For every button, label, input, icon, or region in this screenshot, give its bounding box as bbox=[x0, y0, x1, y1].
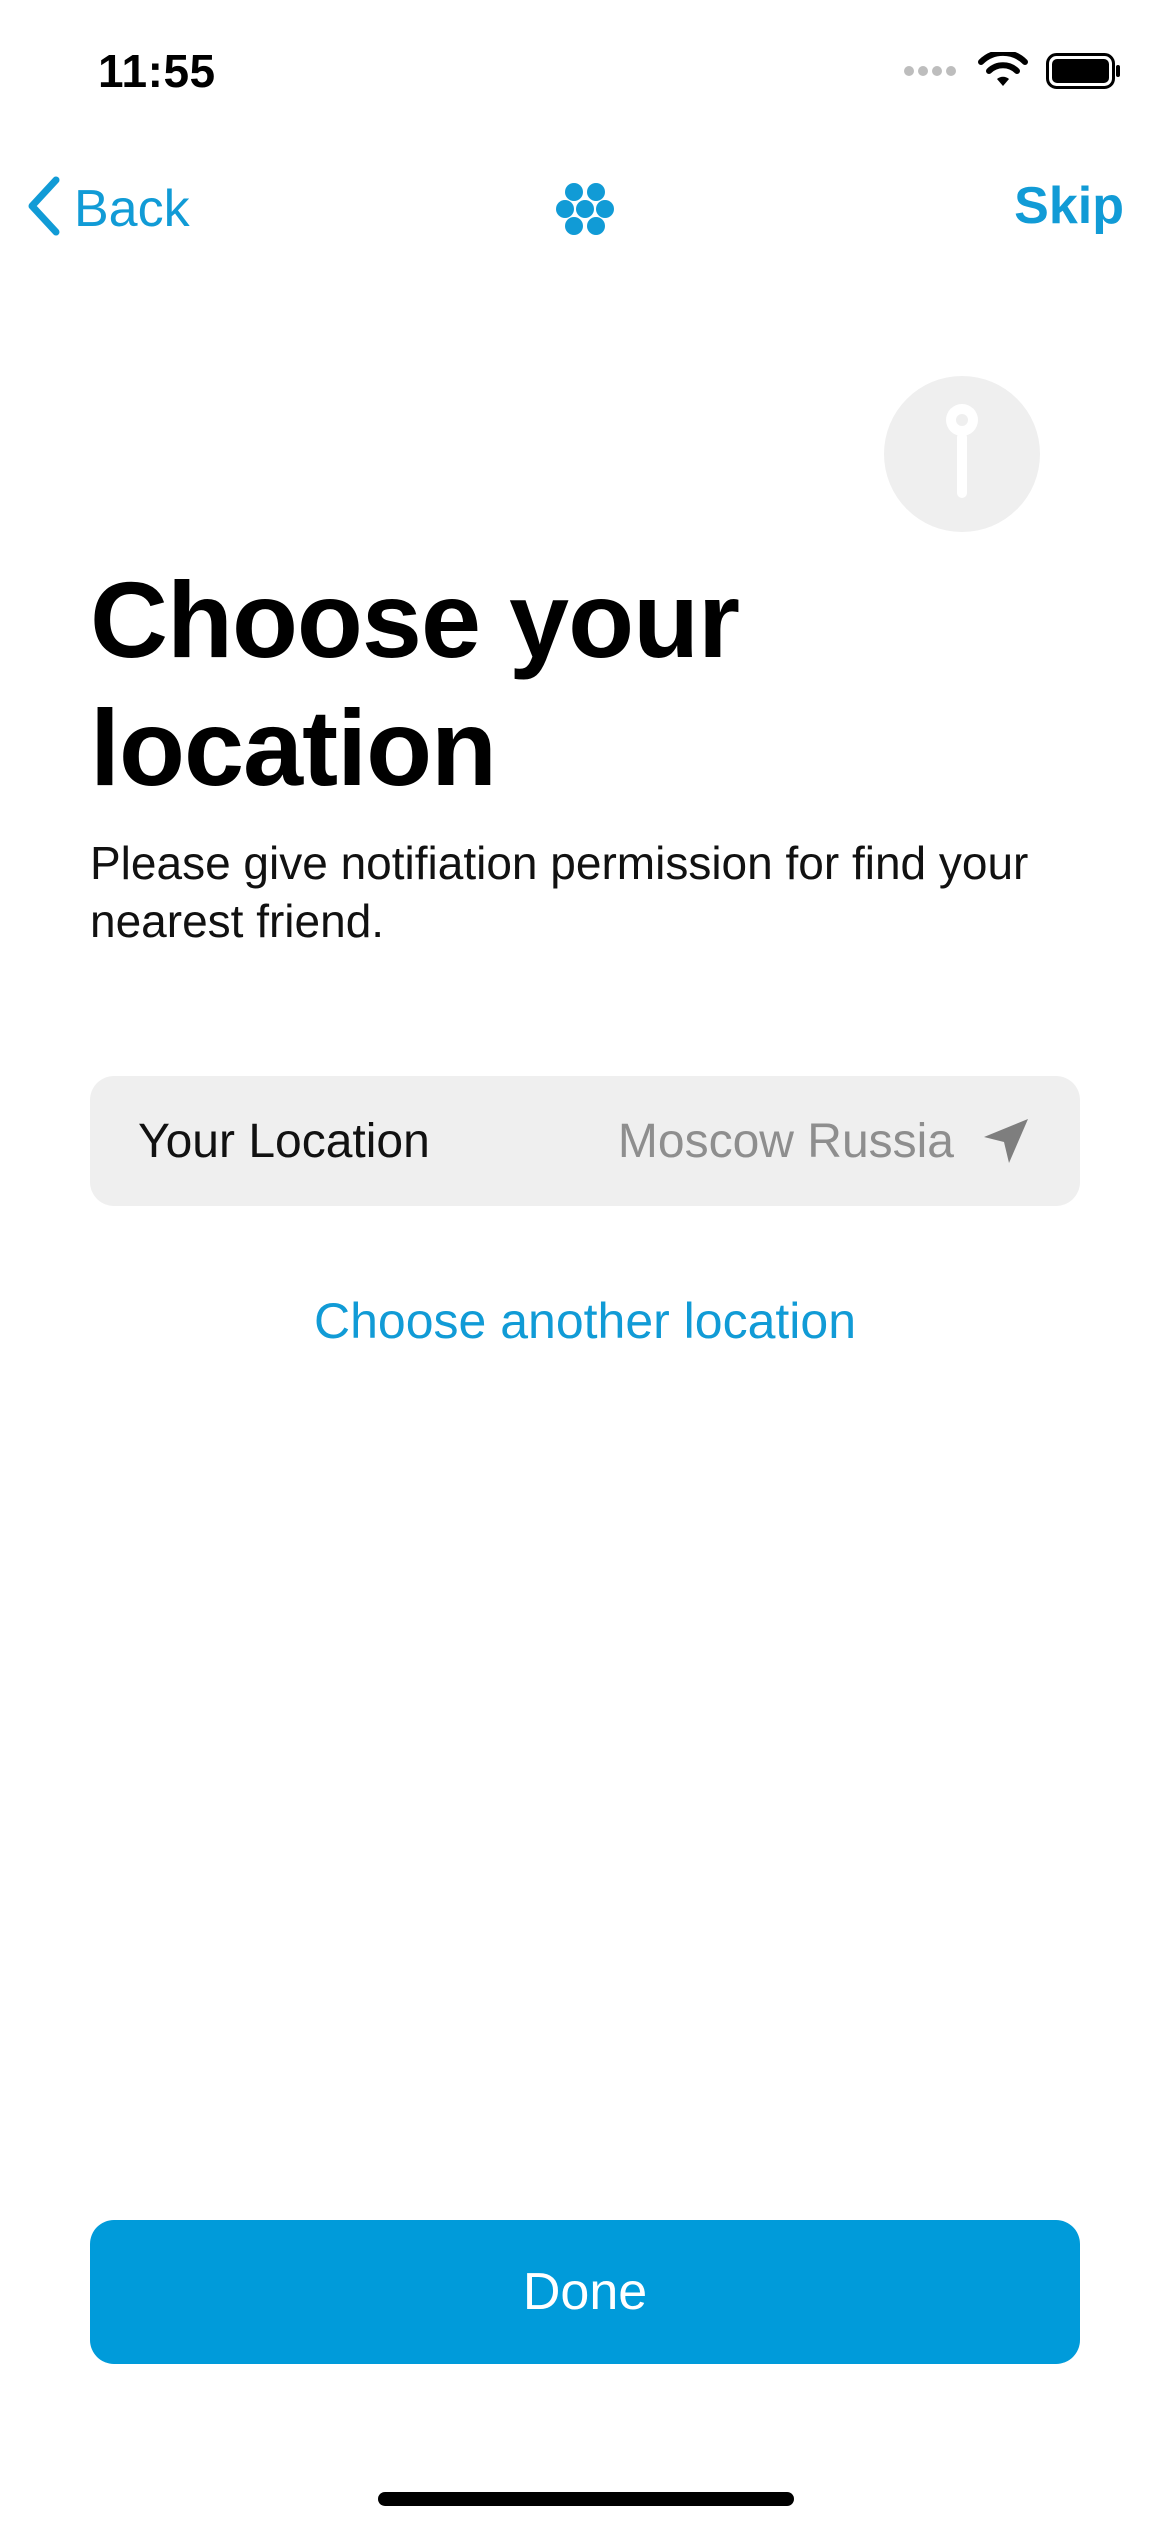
location-label: Your Location bbox=[138, 1114, 430, 1168]
location-pin-illustration bbox=[884, 376, 1040, 532]
skip-button[interactable]: Skip bbox=[1014, 176, 1124, 236]
choose-another-location-link[interactable]: Choose another location bbox=[0, 1292, 1170, 1350]
cellular-signal-icon bbox=[904, 64, 960, 83]
status-time: 11:55 bbox=[98, 45, 216, 97]
location-pin-icon bbox=[942, 402, 982, 507]
flower-dots-icon bbox=[556, 182, 614, 241]
battery-icon bbox=[1046, 53, 1122, 94]
wifi-icon bbox=[978, 49, 1028, 95]
page-description: Please give notifiation permission for f… bbox=[90, 837, 1029, 947]
navigation-arrow-icon[interactable] bbox=[980, 1115, 1032, 1167]
page-title: Choose your location bbox=[90, 559, 740, 808]
location-row[interactable]: Your Location Moscow Russia bbox=[90, 1076, 1080, 1206]
back-label: Back bbox=[74, 179, 190, 238]
back-button[interactable]: Back bbox=[26, 176, 190, 241]
status-icons bbox=[904, 49, 1122, 95]
location-value: Moscow Russia bbox=[617, 1114, 954, 1168]
chevron-left-icon bbox=[26, 176, 62, 241]
done-button[interactable]: Done bbox=[90, 2220, 1080, 2364]
home-indicator bbox=[378, 2492, 794, 2506]
